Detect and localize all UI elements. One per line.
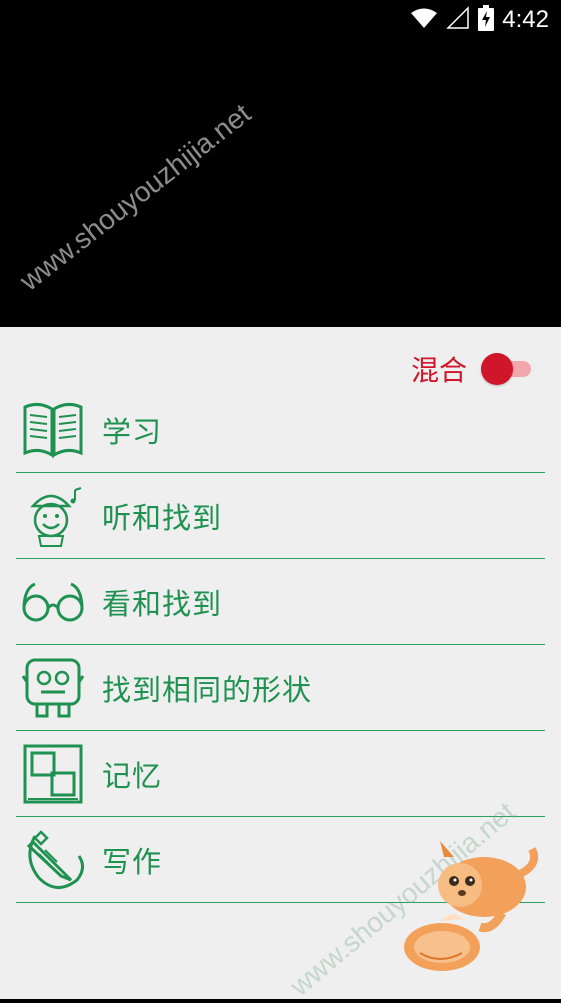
memory-cards-icon (20, 741, 86, 807)
shapes-face-icon (20, 655, 86, 721)
mix-toggle[interactable] (481, 351, 533, 387)
menu-label-find-same-shape: 找到相同的形状 (102, 672, 313, 707)
menu-label-learn: 学习 (102, 414, 163, 449)
book-icon (20, 397, 86, 463)
menu-label-listen-find: 听和找到 (102, 500, 223, 535)
wifi-icon (410, 7, 438, 33)
mix-setting: 混合 (411, 349, 533, 389)
pencil-icon (20, 827, 86, 893)
status-bar: 4:42 (0, 0, 561, 40)
clock: 4:42 (502, 6, 549, 33)
cat-dog-mascot-illustration (404, 841, 539, 971)
menu-item-find-same-shape[interactable]: 找到相同的形状 (16, 645, 545, 731)
battery-charging-icon (478, 5, 495, 35)
menu-item-learn[interactable]: 学习 (16, 387, 545, 473)
menu-label-writing: 写作 (102, 844, 163, 879)
menu-label-memory: 记忆 (102, 758, 163, 793)
menu-item-look-find[interactable]: 看和找到 (16, 559, 545, 645)
media-area (0, 0, 561, 327)
menu-label-look-find: 看和找到 (102, 586, 223, 621)
menu-item-memory[interactable]: 记忆 (16, 731, 545, 817)
glasses-icon (20, 569, 86, 635)
mix-label: 混合 (410, 354, 467, 387)
menu-item-listen-find[interactable]: 听和找到 (16, 473, 545, 559)
toggle-thumb (481, 353, 513, 385)
signal-icon (446, 6, 470, 34)
listening-kid-icon (20, 483, 86, 549)
